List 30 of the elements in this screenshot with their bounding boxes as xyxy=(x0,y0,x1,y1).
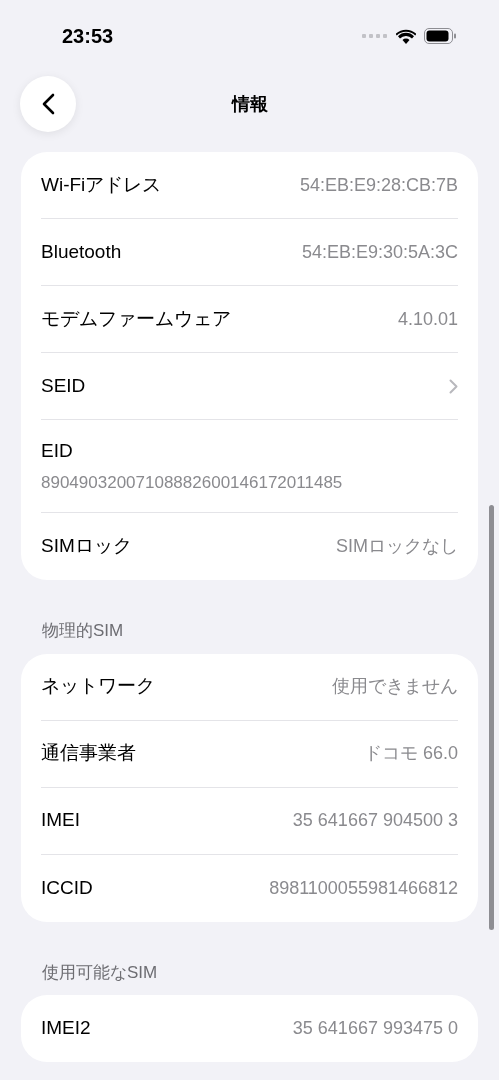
chevron-icon xyxy=(449,378,458,394)
row-value: SIMロックなし xyxy=(336,535,458,558)
battery-icon xyxy=(424,28,457,44)
row-value: 8981100055981466812 xyxy=(269,876,458,900)
row-label: EID xyxy=(41,439,74,463)
row-label: IMEI2 xyxy=(41,1016,91,1041)
row-label: ICCID xyxy=(41,875,93,900)
list-row[interactable]: SEID xyxy=(41,353,458,420)
row-value: ドコモ 66.0 xyxy=(363,742,458,765)
row-value: 使用できません xyxy=(332,675,458,698)
row-label: Bluetooth xyxy=(41,239,122,264)
row-label: 通信事業者 xyxy=(41,741,136,766)
row-label: ネットワーク xyxy=(41,674,155,699)
row-value: 54:EB:E9:30:5A:3C xyxy=(301,240,458,264)
signal-icon xyxy=(362,34,388,38)
row-label: Wi-Fiアドレス xyxy=(41,172,162,197)
page-title: 情報 xyxy=(231,92,268,116)
row-value: 54:EB:E9:28:CB:7B xyxy=(299,173,458,197)
row-value: 35 641667 904500 3 xyxy=(292,809,458,832)
back-icon xyxy=(41,93,55,115)
section-header: 使用可能なSIM xyxy=(42,962,158,982)
row-label: モデムファームウェア xyxy=(41,306,231,331)
row-label: SIMロック xyxy=(41,534,132,559)
row-value: 89049032007108882600146172011485 xyxy=(41,471,344,494)
section-header: 物理的SIM xyxy=(42,621,124,640)
row-label: IMEI xyxy=(41,808,81,833)
row-value: 35 641667 993475 0 xyxy=(292,1017,458,1040)
status-time: 23:53 xyxy=(62,24,114,49)
row-value: 4.10.01 xyxy=(397,307,458,331)
wifi-icon xyxy=(396,28,416,44)
